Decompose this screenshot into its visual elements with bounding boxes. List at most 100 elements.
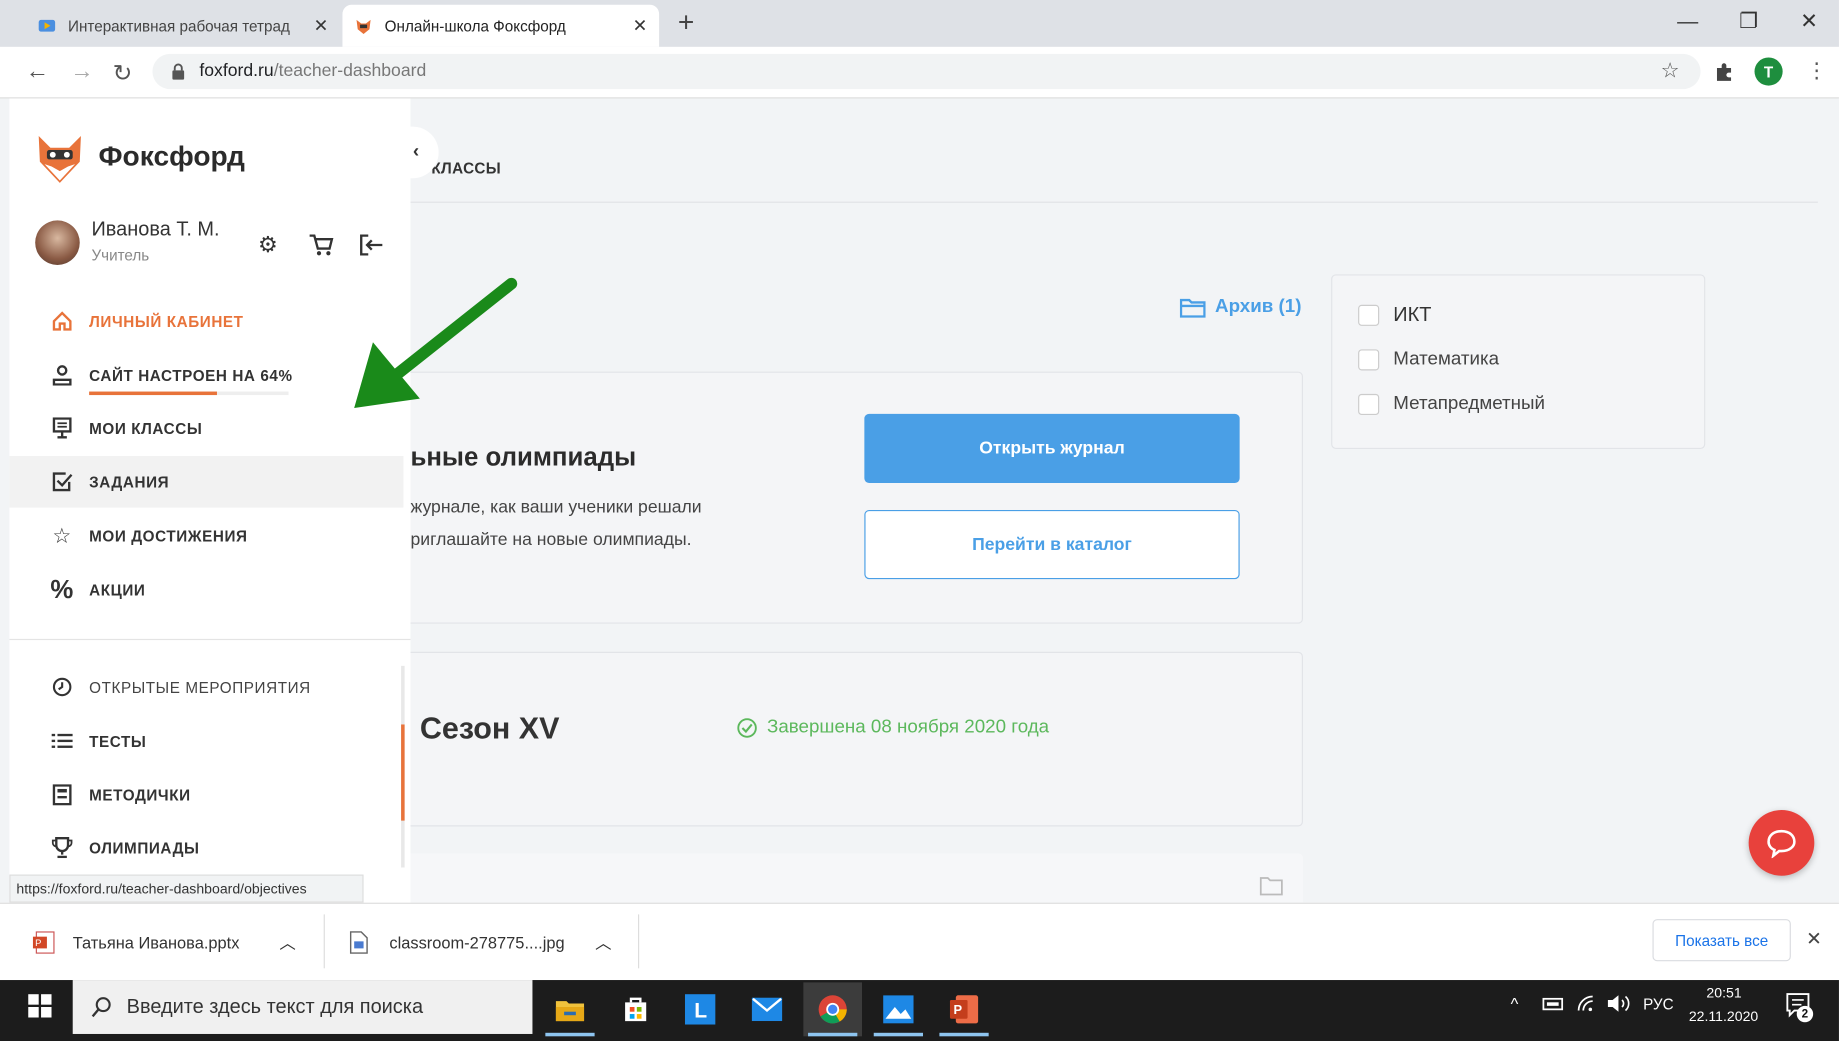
photos-icon[interactable] [869,982,928,1037]
close-tab-icon[interactable]: ✕ [314,15,329,36]
file-explorer-icon[interactable] [541,982,600,1037]
clock-date[interactable]: 22.11.2020 [1689,1008,1758,1024]
chat-button[interactable] [1748,810,1815,876]
chat-bubble-icon [1765,828,1798,859]
menu-label: ЛИЧНЫЙ КАБИНЕТ [89,312,244,331]
setup-progress-fill [89,391,217,396]
chrome-icon[interactable] [803,982,863,1037]
close-downloads-icon[interactable]: ✕ [1806,927,1822,950]
minimize-icon[interactable]: — [1677,9,1698,34]
book-icon [45,784,80,806]
home-icon [45,311,80,332]
season-title: Сезон XV [419,710,560,746]
store-icon[interactable] [606,982,665,1036]
next-card [387,853,1303,903]
menu-olympiads[interactable]: ОЛИМПИАДЫ [9,822,403,874]
user-role: Учитель [91,246,150,264]
checkbox[interactable] [1358,393,1380,415]
download-item-jpg[interactable]: classroom-278775....jpg ︿ [349,917,612,969]
pptx-file-icon: P [32,931,56,954]
url-text[interactable]: foxford.ru/teacher-dashboard [199,61,426,81]
settings-gear-icon[interactable]: ⚙ [258,232,278,259]
taskbar-search[interactable]: Введите здесь текст для поиска [72,980,533,1034]
menu-open-events[interactable]: ОТКРЫТЫЕ МЕРОПРИЯТИЯ [9,661,403,713]
filter-meta[interactable]: Метапредметный [1358,393,1545,415]
archive-card-icon[interactable] [1259,875,1283,896]
season-status-text: Завершена 08 ноября 2020 года [767,717,1050,738]
brand-name[interactable]: Фоксфорд [99,141,245,174]
star-icon: ☆ [52,523,72,547]
fox-logo-icon[interactable] [35,131,84,185]
language-indicator[interactable]: РУС [1643,995,1674,1013]
menu-label: ОТКРЫТЫЕ МЕРОПРИЯТИЯ [89,678,311,696]
tab-title: Интерактивная рабочая тетрад [68,16,290,35]
go-catalog-button[interactable]: Перейти в каталог [864,509,1240,580]
network-icon[interactable] [1541,994,1564,1013]
filter-ikt[interactable]: ИКТ [1358,304,1431,327]
download-filename: Татьяна Иванова.pptx [72,933,240,952]
menu-tasks[interactable]: ЗАДАНИЯ [9,456,404,508]
filter-math[interactable]: Математика [1358,349,1499,371]
bookmark-star-icon[interactable]: ☆ [1661,59,1680,84]
back-icon[interactable]: ← [26,59,49,86]
archive-link[interactable]: Архив (1) [1179,296,1302,318]
menu-label: АКЦИИ [89,580,146,599]
menu-achievements[interactable]: ☆ МОИ ДОСТИЖЕНИЯ [9,510,403,562]
svg-text:P: P [35,938,41,948]
reload-icon[interactable]: ↻ [113,59,133,88]
download-item-pptx[interactable]: P Татьяна Иванова.pptx ︿ [32,917,296,969]
filter-label: ИКТ [1393,303,1432,326]
menu-my-classes[interactable]: МОИ КЛАССЫ [9,402,403,454]
close-window-icon[interactable]: ✕ [1800,9,1818,34]
open-journal-button[interactable]: Открыть журнал [864,413,1240,483]
chevron-up-icon[interactable]: ︿ [279,931,295,954]
archive-label: Архив (1) [1215,296,1302,317]
clock-time[interactable]: 20:51 [1706,985,1741,1001]
volume-icon[interactable] [1607,994,1633,1013]
show-all-downloads-button[interactable]: Показать все [1652,919,1791,962]
checkbox[interactable] [1358,304,1380,326]
logout-icon[interactable] [359,233,385,256]
chevron-up-icon[interactable]: ︿ [595,931,611,954]
restore-icon[interactable]: ❐ [1739,9,1758,34]
divider [638,914,640,969]
notification-badge: 2 [1796,1005,1814,1023]
sidebar-scrollbar-thumb[interactable] [401,724,405,821]
cart-icon[interactable] [308,233,334,256]
browser-menu-icon[interactable]: ⋮ [1806,59,1827,84]
l-app-icon[interactable]: L [671,982,730,1036]
avatar[interactable] [35,220,80,265]
tab-workbook[interactable]: Интерактивная рабочая тетрад ✕ [26,5,340,47]
wifi-icon[interactable] [1576,994,1597,1013]
olympiad-title: ьные олимпиады [410,441,637,472]
menu-manuals[interactable]: МЕТОДИЧКИ [9,769,403,821]
menu-tests[interactable]: ТЕСТЫ [9,715,403,767]
divider [323,914,325,969]
close-tab-icon[interactable]: ✕ [633,15,648,36]
green-arrow-icon [347,277,518,415]
image-file-icon [349,931,368,954]
svg-text:P: P [953,1002,962,1017]
profile-avatar[interactable]: T [1754,57,1783,86]
new-tab-button[interactable]: + [678,7,694,40]
powerpoint-icon[interactable]: P [935,982,994,1037]
windows-start-icon[interactable] [28,994,52,1018]
tab-foxford[interactable]: Онлайн-школа Фоксфорд ✕ [342,4,660,47]
extensions-puzzle-icon[interactable] [1713,61,1734,82]
tab-title: Онлайн-школа Фоксфорд [384,16,566,35]
menu-promotions[interactable]: % АКЦИИ [9,564,403,616]
checkbox-icon [45,471,80,492]
olympiad-text: риглашайте на новые олимпиады. [410,529,692,550]
mail-icon[interactable] [738,982,797,1036]
user-name: Иванова Т. М. [91,218,220,241]
setup-progress-track [89,391,289,396]
fox-favicon-icon [354,16,373,35]
filter-label: Метапредметный [1393,393,1545,414]
tray-chevron-icon[interactable]: ^ [1511,994,1519,1013]
menu-personal-cabinet[interactable]: ЛИЧНЫЙ КАБИНЕТ [9,295,403,347]
list-icon [45,732,80,751]
forward-icon[interactable]: → [70,59,93,86]
svg-text:L: L [694,1000,707,1023]
status-url: https://foxford.ru/teacher-dashboard/obj… [9,874,364,903]
checkbox[interactable] [1358,349,1380,371]
